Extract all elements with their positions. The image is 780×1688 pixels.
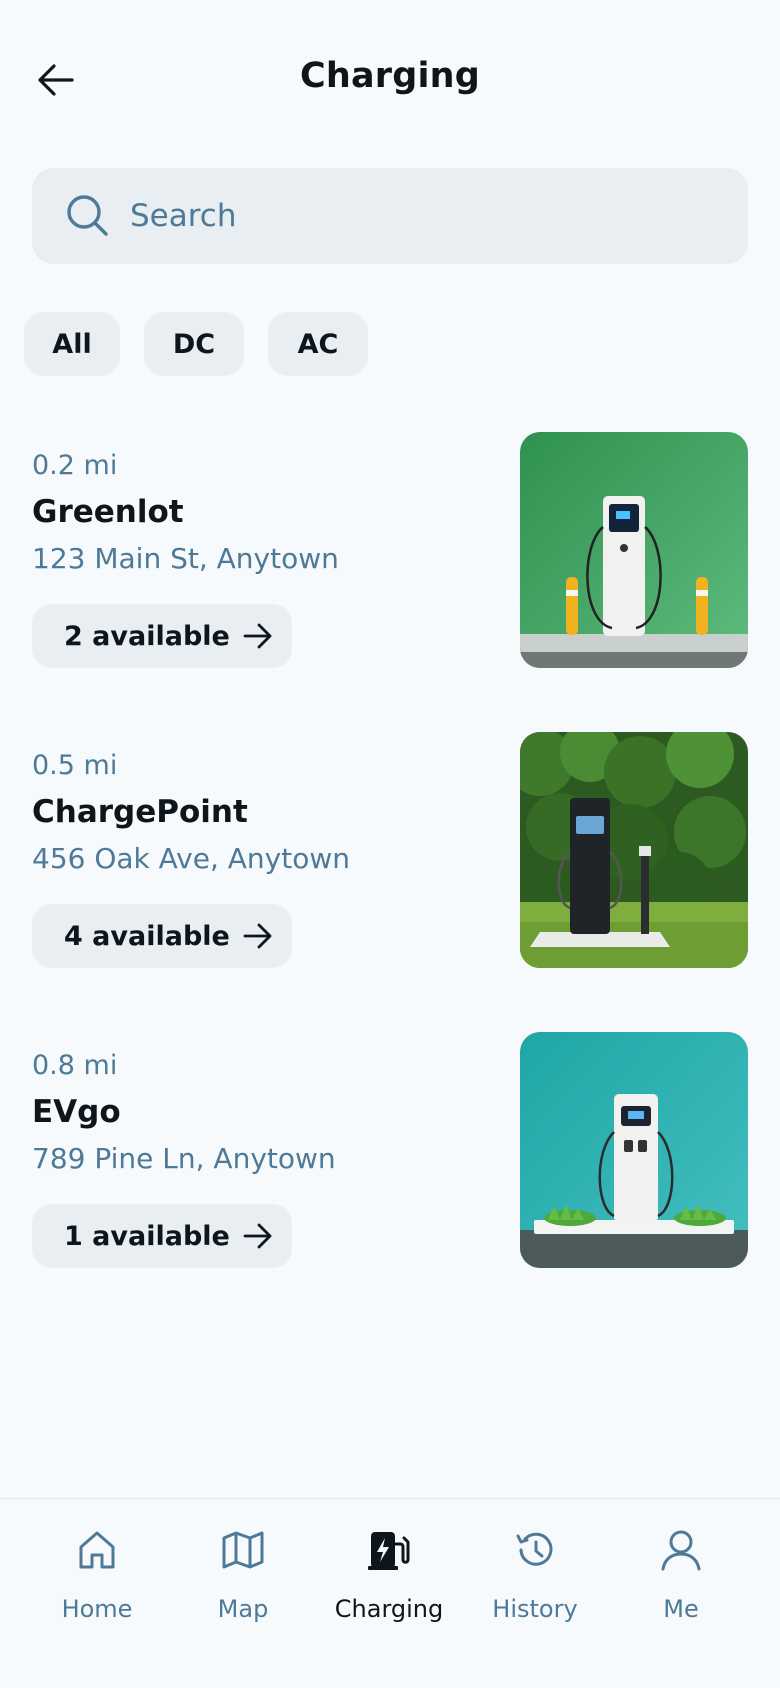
nav-label: Me [663, 1595, 699, 1623]
filter-chips: All DC AC [24, 312, 368, 376]
station-card-chargepoint[interactable]: 0.5 mi ChargePoint 456 Oak Ave, Anytown … [32, 732, 748, 968]
station-distance: 0.5 mi [32, 750, 118, 781]
nav-history[interactable]: History [462, 1525, 608, 1635]
station-image[interactable] [520, 432, 748, 668]
search-input[interactable] [130, 198, 690, 234]
station-image[interactable] [520, 1032, 748, 1268]
filter-chip-dc[interactable]: DC [144, 312, 244, 376]
nav-home[interactable]: Home [24, 1525, 170, 1635]
arrow-right-icon [243, 1223, 272, 1249]
search-bar[interactable] [32, 168, 748, 264]
station-address: 789 Pine Ln, Anytown [32, 1142, 336, 1175]
availability-button[interactable]: 1 available [32, 1204, 292, 1268]
station-name: EVgo [32, 1094, 121, 1130]
availability-label: 2 available [64, 620, 230, 652]
filter-chip-all[interactable]: All [24, 312, 120, 376]
station-name: ChargePoint [32, 794, 248, 830]
station-image[interactable] [520, 732, 748, 968]
nav-label: Map [217, 1595, 269, 1623]
nav-label: History [492, 1595, 578, 1623]
station-address: 123 Main St, Anytown [32, 542, 339, 575]
station-card-evgo[interactable]: 0.8 mi EVgo 789 Pine Ln, Anytown 1 avail… [32, 1032, 748, 1268]
arrow-right-icon [243, 923, 272, 949]
station-distance: 0.2 mi [32, 450, 118, 481]
station-card-greenlot[interactable]: 0.2 mi Greenlot 123 Main St, Anytown 2 a… [32, 432, 748, 668]
availability-label: 1 available [64, 1220, 230, 1252]
filter-chip-ac[interactable]: AC [268, 312, 368, 376]
availability-button[interactable]: 4 available [32, 904, 292, 968]
search-icon [67, 195, 108, 236]
bottom-navigation: Home Map Charging History Me [0, 1498, 780, 1688]
nav-map[interactable]: Map [170, 1525, 316, 1635]
availability-label: 4 available [64, 920, 230, 952]
nav-charging[interactable]: Charging [316, 1525, 462, 1635]
home-icon [79, 1531, 115, 1569]
station-distance: 0.8 mi [32, 1050, 118, 1081]
nav-me[interactable]: Me [608, 1525, 754, 1635]
station-address: 456 Oak Ave, Anytown [32, 842, 350, 875]
ev-charger-icon [368, 1532, 410, 1570]
nav-label: Charging [334, 1595, 444, 1623]
page-title: Charging [299, 56, 481, 96]
station-name: Greenlot [32, 494, 184, 530]
history-icon [516, 1532, 553, 1566]
app-header: Charging [0, 0, 780, 160]
nav-label: Home [61, 1595, 133, 1623]
user-icon [661, 1530, 701, 1571]
map-icon [222, 1531, 264, 1569]
availability-button[interactable]: 2 available [32, 604, 292, 668]
arrow-right-icon [243, 623, 272, 649]
